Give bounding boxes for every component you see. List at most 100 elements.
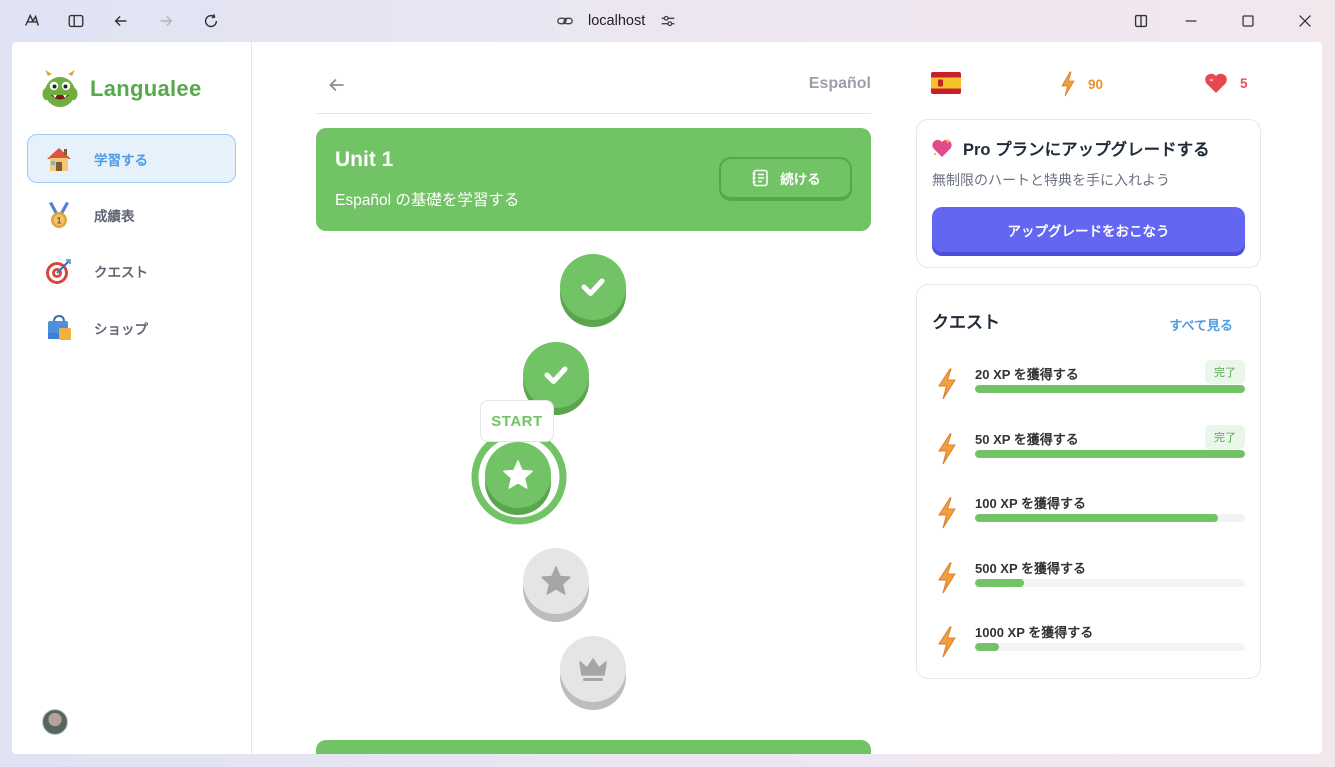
lightning-icon	[938, 433, 956, 464]
shopping-bag-icon	[44, 313, 74, 343]
spain-flag-icon	[931, 72, 961, 94]
sidebar-item-learn[interactable]: 学習する	[27, 134, 236, 183]
pro-title-text: Pro プランにアップグレードする	[963, 141, 1210, 159]
upgrade-button[interactable]: アップグレードをおこなう	[932, 207, 1245, 252]
minimize-icon	[1185, 20, 1197, 22]
xp-value: 90	[1088, 76, 1104, 92]
unit-title: Unit 1	[335, 148, 394, 171]
quest-progress-bar	[975, 385, 1245, 393]
right-panel: 90 5 Pro プランにアップグレードする 無制限のハートと特典を手に入れよう…	[916, 42, 1262, 754]
check-icon	[544, 366, 568, 384]
quest-label: 1000 XP を獲得する	[975, 625, 1094, 640]
quest-item: 50 XP を獲得する 完了	[935, 424, 1247, 469]
sliders-icon[interactable]	[659, 12, 677, 30]
svg-text:1: 1	[56, 215, 61, 225]
maximize-button[interactable]	[1235, 8, 1261, 34]
lightning-icon	[938, 626, 956, 658]
status-badge: 完了	[1205, 424, 1245, 449]
main-content: Español Unit 1 Español の基礎を学習する 続ける STAR…	[316, 42, 871, 754]
page-viewport: Langualee 学習する 1 成績表 クエスト ショップ Español U…	[12, 42, 1322, 754]
quest-progress-bar	[975, 643, 1245, 651]
address-bar[interactable]: localhost	[556, 9, 677, 33]
quest-item: 20 XP を獲得する 完了	[935, 360, 1247, 404]
unit-banner: Unit 1 Español の基礎を学習する 続ける	[316, 128, 871, 231]
quest-progress-fill	[975, 514, 1218, 522]
quest-progress-fill	[975, 449, 1245, 458]
unit-description: Español の基礎を学習する	[335, 192, 520, 209]
app-logo-icon[interactable]	[19, 8, 45, 34]
app-logo[interactable]: Langualee	[42, 70, 202, 108]
link-icon	[557, 17, 573, 25]
minimize-button[interactable]	[1178, 8, 1204, 34]
reload-icon	[204, 14, 218, 28]
browser-toolbar: localhost	[0, 0, 1335, 42]
pro-upgrade-card: Pro プランにアップグレードする 無制限のハートと特典を手に入れよう アップグ…	[916, 119, 1261, 268]
quest-progress-bar	[975, 449, 1245, 458]
hearts-counter[interactable]: 5	[1204, 72, 1248, 94]
reload-button[interactable]	[198, 8, 224, 34]
arrow-left-icon	[114, 15, 127, 27]
sidebar: Langualee 学習する 1 成績表 クエスト ショップ	[12, 42, 252, 754]
xp-counter[interactable]: 90	[1060, 71, 1103, 97]
sidebar-item-label: クエスト	[94, 264, 148, 280]
quests-title: クエスト	[932, 313, 1000, 332]
quest-item: 100 XP を獲得する	[935, 493, 1247, 533]
quest-progress-fill	[975, 643, 1000, 651]
back-button[interactable]	[108, 8, 134, 34]
status-badge: 完了	[1205, 360, 1245, 384]
split-view-icon[interactable]	[1128, 8, 1154, 34]
close-button[interactable]	[1292, 8, 1318, 34]
sparkling-heart-icon	[932, 138, 952, 157]
house-icon	[44, 144, 74, 174]
continue-button[interactable]: 続ける	[719, 157, 852, 201]
green-monster-icon	[42, 70, 78, 107]
avatar[interactable]	[42, 709, 68, 735]
quest-label: 50 XP を獲得する	[975, 431, 1079, 447]
start-tooltip: START	[480, 400, 554, 442]
sidebar-item-label: 学習する	[94, 152, 148, 168]
sidebar-item-quests[interactable]: クエスト	[27, 246, 236, 295]
forward-button[interactable]	[153, 8, 179, 34]
sidebar-item-shop[interactable]: ショップ	[27, 303, 236, 352]
target-icon	[44, 256, 74, 286]
quest-item: 500 XP を獲得する	[935, 558, 1247, 598]
lesson-node-current[interactable]	[485, 442, 551, 508]
app-name: Langualee	[90, 76, 202, 101]
sidebar-item-label: 成績表	[94, 208, 135, 224]
upgrade-label: アップグレードをおこなう	[1007, 223, 1170, 239]
sidebar-toggle-icon[interactable]	[63, 8, 89, 34]
back-arrow-icon[interactable]	[326, 74, 348, 96]
maximize-icon	[1242, 15, 1254, 27]
quests-card: クエスト すべて見る 20 XP を獲得する 完了 50 XP を獲得する 完了 100…	[916, 284, 1261, 679]
url-text[interactable]: localhost	[588, 13, 645, 29]
pro-title: Pro プランにアップグレードする	[931, 136, 1210, 160]
sidebar-item-label: ショップ	[94, 321, 148, 337]
heart-icon	[1205, 73, 1227, 93]
notebook-icon	[752, 169, 768, 187]
star-icon	[541, 566, 571, 595]
lightning-icon	[938, 562, 956, 593]
lesson-node-locked[interactable]	[523, 548, 589, 614]
arrow-right-icon	[160, 15, 173, 27]
pro-subtitle: 無制限のハートと特典を手に入れよう	[932, 172, 1170, 188]
quest-progress-bar	[975, 578, 1245, 587]
quest-item: 1000 XP を獲得する	[935, 622, 1247, 662]
language-selector[interactable]	[931, 72, 961, 94]
hearts-value: 5	[1240, 75, 1248, 91]
start-label: START	[491, 412, 543, 430]
quest-label: 100 XP を獲得する	[975, 496, 1087, 511]
continue-label: 続ける	[780, 172, 821, 187]
next-unit-banner	[316, 740, 871, 754]
stats-bar: 90 5	[916, 68, 1262, 100]
lightning-icon	[938, 368, 956, 400]
see-all-link[interactable]: すべて見る	[1169, 315, 1233, 334]
lesson-node-locked[interactable]	[560, 636, 626, 702]
quest-progress-bar	[975, 514, 1245, 522]
lightning-icon	[938, 497, 956, 529]
lightning-icon	[1061, 71, 1075, 97]
quest-progress-fill	[975, 385, 1245, 393]
lesson-node-completed[interactable]	[560, 254, 626, 320]
sidebar-item-leaderboard[interactable]: 1 成績表	[27, 190, 236, 239]
crown-icon	[579, 658, 607, 681]
lesson-node-completed[interactable]	[523, 342, 589, 408]
